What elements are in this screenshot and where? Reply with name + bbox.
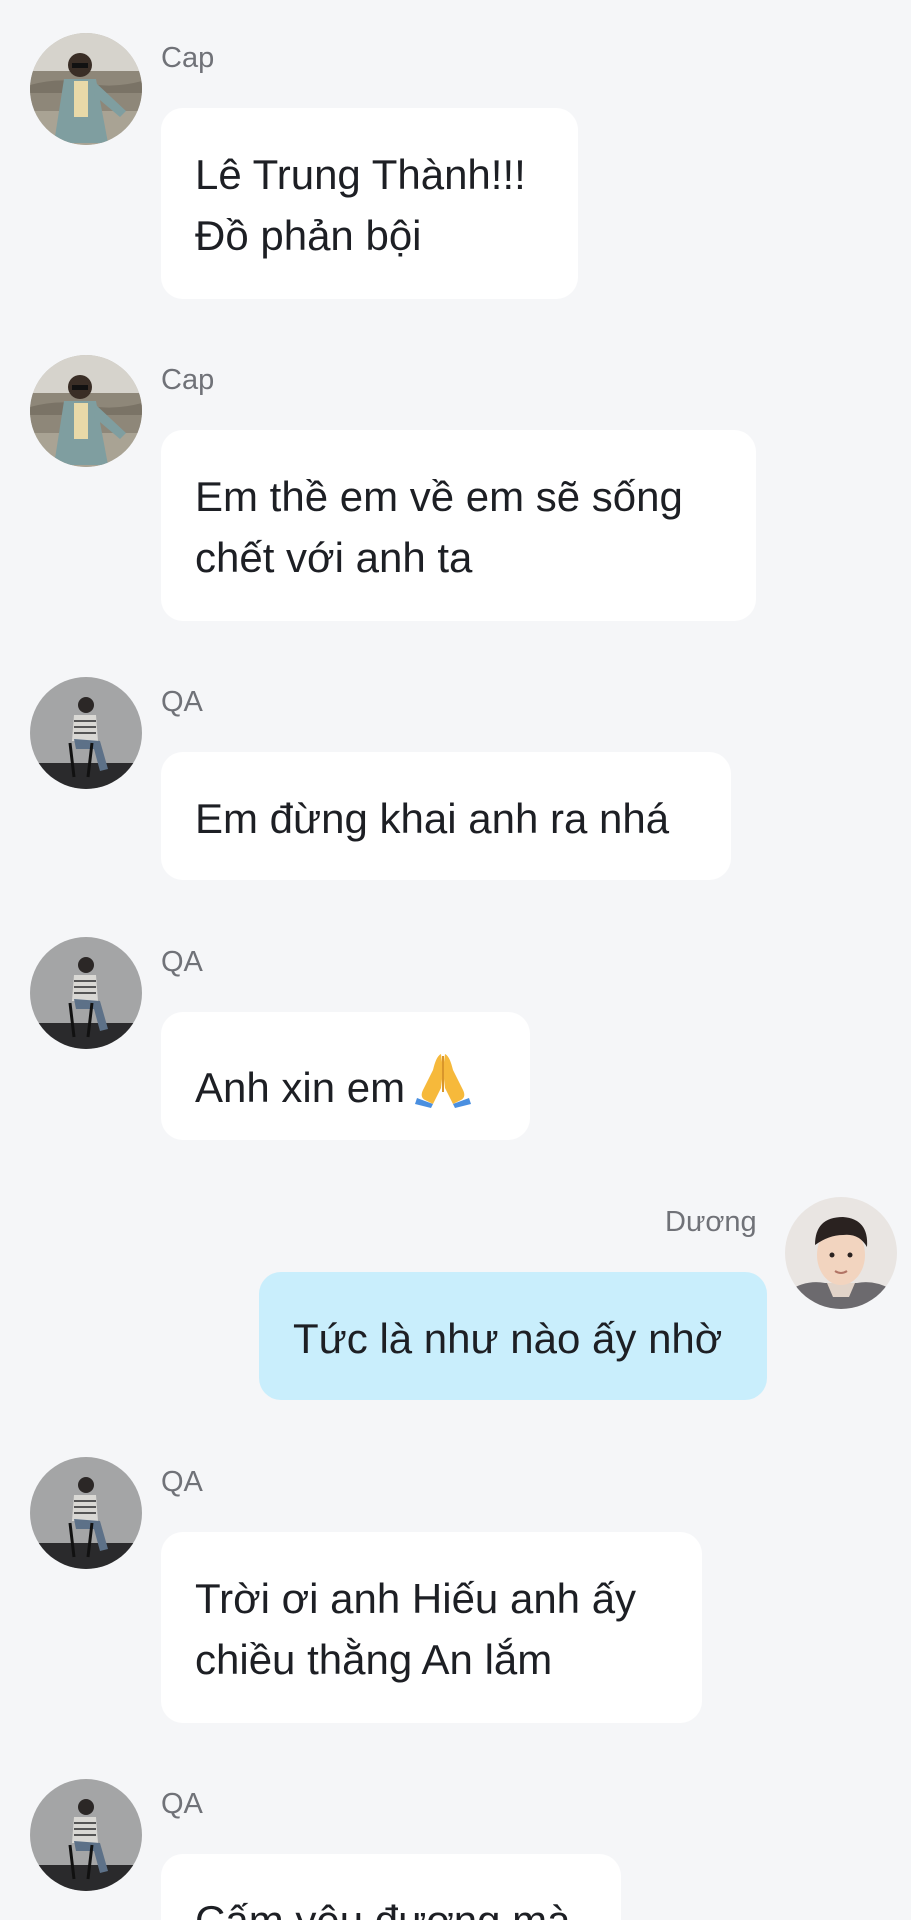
message-bubble[interactable]: Anh xin em (161, 1012, 530, 1140)
cap-avatar[interactable] (30, 355, 142, 467)
qa-avatar[interactable] (30, 1457, 142, 1569)
qa-avatar[interactable] (30, 677, 142, 789)
sender-name: Dương (665, 1206, 757, 1238)
cap-avatar[interactable] (30, 33, 142, 145)
qa-avatar[interactable] (30, 1779, 142, 1891)
message-bubble[interactable]: Lê Trung Thành!!! Đồ phản bội (161, 108, 578, 299)
message-text: Cấm yêu đương mà (195, 1890, 591, 1920)
message-text: Anh xin em (195, 1048, 500, 1124)
sender-name: QA (161, 686, 203, 718)
sender-name: QA (161, 1466, 203, 1498)
message-text: Trời ơi anh Hiếu anh ấy (195, 1575, 637, 1622)
message-text: Lê Trung Thành!!! (195, 151, 526, 198)
duong-avatar[interactable] (785, 1197, 897, 1309)
message-bubble[interactable]: Cấm yêu đương mà (161, 1854, 621, 1920)
message-text: Em đừng khai anh ra nhá (195, 795, 670, 842)
message-text: Đồ phản bội (195, 212, 422, 259)
qa-avatar[interactable] (30, 937, 142, 1049)
sender-name: QA (161, 1788, 203, 1820)
message-text: chết với anh ta (195, 534, 473, 581)
message-bubble[interactable]: Tức là như nào ấy nhờ (259, 1272, 767, 1400)
message-text: Em thề em về em sẽ sống (195, 473, 683, 520)
sender-name: QA (161, 946, 203, 978)
folded-hands-emoji (413, 1048, 473, 1124)
sender-name: Cap (161, 42, 215, 74)
message-bubble[interactable]: Em thề em về em sẽ sống chết với anh ta (161, 430, 756, 621)
sender-name: Cap (161, 364, 215, 396)
message-text: chiều thằng An lắm (195, 1636, 553, 1683)
message-bubble[interactable]: Em đừng khai anh ra nhá (161, 752, 731, 880)
message-text: Tức là như nào ấy nhờ (293, 1315, 723, 1362)
message-bubble[interactable]: Trời ơi anh Hiếu anh ấy chiều thằng An l… (161, 1532, 702, 1723)
